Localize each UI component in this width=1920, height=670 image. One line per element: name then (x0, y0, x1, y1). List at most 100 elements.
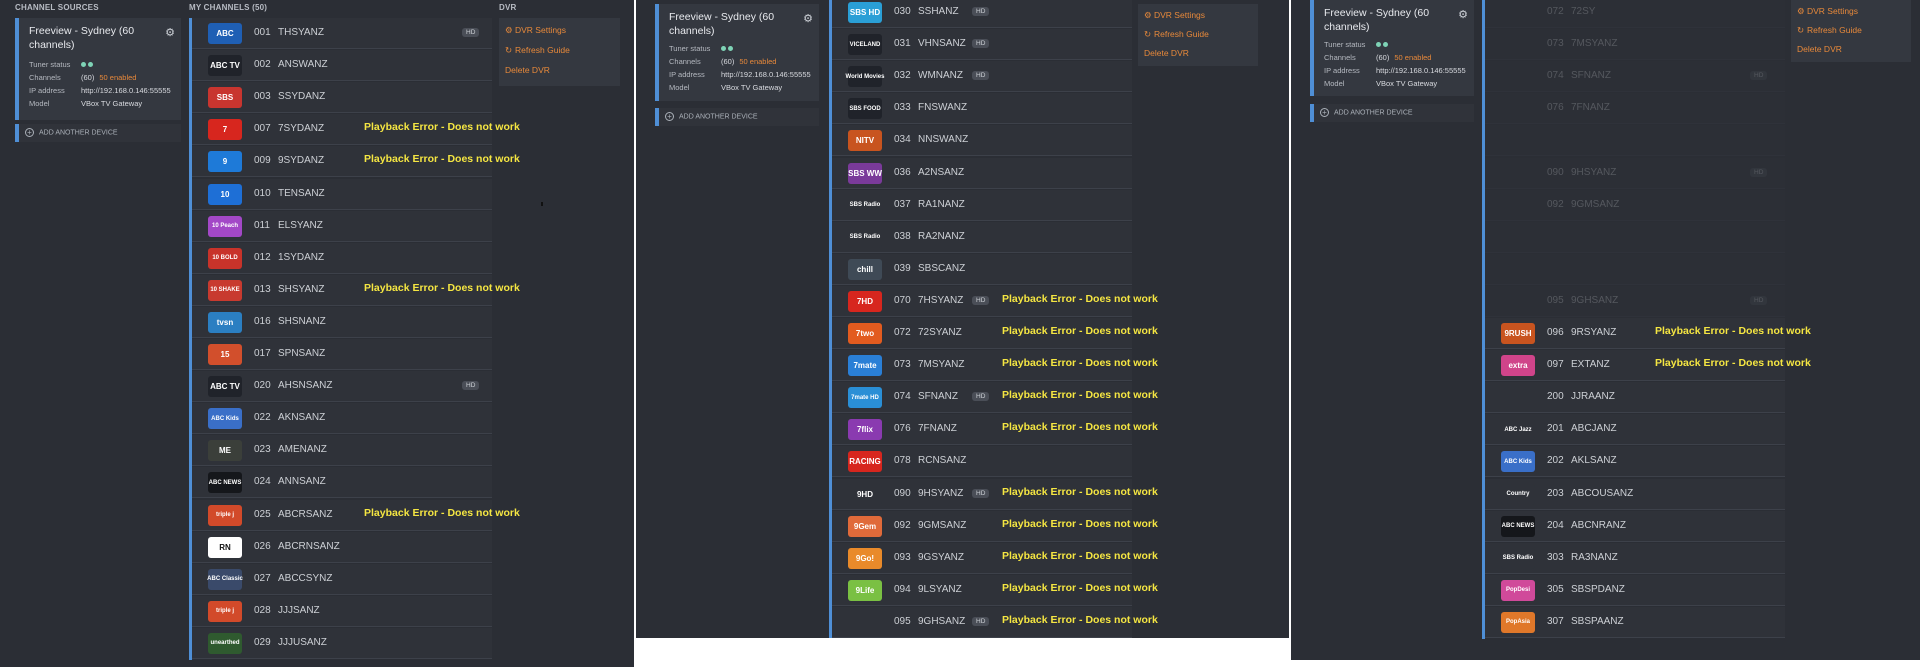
refresh-guide-link[interactable]: ↻ Refresh Guide (1797, 25, 1862, 36)
add-device-row[interactable]: + ADD ANOTHER DEVICE (1310, 104, 1474, 122)
channel-row[interactable]: ABC Jazz 201 ABCJANZ (1485, 414, 1785, 446)
channel-row[interactable]: ABC 001 THSYANZ HD (192, 18, 492, 49)
channel-logo: 9Life (848, 579, 882, 601)
gear-icon[interactable]: ⚙ (1458, 8, 1468, 21)
channel-row[interactable]: PopAsia 307 SBSPAANZ (1485, 606, 1785, 638)
channel-callsign: 72SY (1571, 6, 1596, 17)
channel-row[interactable]: VICELAND 031 VHNSANZ HD (832, 29, 1132, 61)
channel-number: 010 (254, 187, 271, 199)
channel-row[interactable]: ABC NEWS 024 ANNSANZ (192, 467, 492, 499)
channel-row[interactable]: SBS HD 030 SSHANZ HD (832, 0, 1132, 28)
gear-icon[interactable]: ⚙ (803, 12, 813, 25)
channel-callsign: ANSWANZ (278, 59, 328, 71)
channel-row[interactable]: ABC Classic 027 ABCCSYNZ (192, 563, 492, 595)
channel-row[interactable]: ABC Kids 202 AKLSANZ (1485, 446, 1785, 478)
dvr-settings-link[interactable]: ⚙ DVR Settings (505, 25, 566, 36)
channel-row[interactable]: 072 72SY (1485, 0, 1785, 28)
channel-number: 092 (894, 519, 911, 531)
channel-callsign: 7MSYANZ (918, 359, 965, 371)
channel-number: 001 (254, 27, 271, 38)
hd-badge: HD (462, 381, 480, 391)
channel-number: 002 (254, 59, 271, 71)
add-device-row[interactable]: + ADD ANOTHER DEVICE (655, 108, 819, 126)
device-card[interactable]: Freeview - Sydney (60 channels) ⚙ Tuner … (1310, 0, 1474, 96)
channel-number: 030 (894, 6, 911, 17)
delete-dvr-link[interactable]: Delete DVR (1797, 44, 1842, 54)
channel-row[interactable]: Country 203 ABCOUSANZ (1485, 478, 1785, 510)
channel-row[interactable]: SBS 003 SSYDANZ (192, 82, 492, 114)
channel-callsign: 9GHSANZ (918, 615, 966, 627)
channel-row[interactable]: NITV 034 NNSWANZ (832, 125, 1132, 157)
add-device-row[interactable]: + ADD ANOTHER DEVICE (15, 124, 181, 142)
device-card[interactable]: Freeview - Sydney (60 channels) ⚙ Tuner … (655, 4, 819, 101)
hd-badge: HD (1750, 295, 1768, 305)
channel-row[interactable]: ABC TV 002 ANSWANZ (192, 50, 492, 82)
tuner-status-row: Tuner status (1324, 40, 1388, 49)
channel-number: 016 (254, 315, 271, 327)
gear-icon: ⚙ (1144, 10, 1152, 20)
hd-badge: HD (972, 295, 990, 305)
channel-row[interactable] (1485, 253, 1785, 285)
channel-row[interactable]: SBS FOOD 033 FNSWANZ (832, 93, 1132, 125)
channel-row[interactable]: 200 JJRAANZ (1485, 382, 1785, 414)
channel-row[interactable]: 10 Peach 011 ELSYANZ (192, 210, 492, 242)
channel-row[interactable]: 074 SFNANZ HD (1485, 61, 1785, 93)
device-title: Freeview - Sydney (60 channels) (29, 25, 135, 51)
channel-row[interactable]: World Movies 032 WMNANZ HD (832, 61, 1132, 93)
channel-row[interactable]: unearthed 029 JJJUSANZ (192, 627, 492, 659)
channel-row[interactable]: 10 010 TENSANZ (192, 178, 492, 210)
channel-row[interactable]: 095 9GHSANZ HD (1485, 285, 1785, 317)
channel-callsign: 9GHSANZ (1571, 294, 1619, 306)
channel-row[interactable]: 073 7MSYANZ (1485, 29, 1785, 61)
channel-logo (1501, 163, 1535, 184)
channel-row[interactable]: ME 023 AMENANZ (192, 435, 492, 467)
dvr-settings-link[interactable]: ⚙ DVR Settings (1797, 6, 1858, 17)
channel-number: 201 (1547, 423, 1564, 435)
channel-callsign: SHSNANZ (278, 315, 326, 327)
dvr-settings-link[interactable]: ⚙ DVR Settings (1144, 10, 1205, 21)
channel-row[interactable]: triple j 028 JJJSANZ (192, 595, 492, 627)
channel-callsign: RA2NANZ (918, 230, 965, 242)
channel-callsign: 7FNANZ (918, 423, 957, 435)
channel-callsign: 1SYDANZ (278, 251, 325, 263)
refresh-guide-link[interactable]: ↻ Refresh Guide (505, 45, 570, 56)
channels-row: Channels (60) 50 enabled (1324, 53, 1432, 62)
add-device-button[interactable]: + ADD ANOTHER DEVICE (665, 112, 758, 121)
channel-row[interactable]: ABC Kids 022 AKNSANZ (192, 403, 492, 435)
channel-row[interactable]: RN 026 ABCRNSANZ (192, 531, 492, 563)
screenshot-panel-3: Freeview - Sydney (60 channels) ⚙ Tuner … (1291, 0, 1920, 660)
channel-callsign: SBSCANZ (918, 262, 966, 274)
channel-logo: RN (208, 536, 242, 558)
channel-number: 095 (894, 615, 911, 627)
tuner-status-row: Tuner status (669, 44, 733, 53)
channel-row[interactable]: 10 BOLD 012 1SYDANZ (192, 242, 492, 274)
channel-row[interactable]: 092 9GMSANZ (1485, 189, 1785, 221)
channel-row[interactable]: 15 017 SPNSANZ (192, 339, 492, 370)
channel-row[interactable] (1485, 125, 1785, 157)
channel-row[interactable]: tvsn 016 SHSNANZ (192, 306, 492, 338)
channel-row[interactable] (1485, 221, 1785, 253)
channel-row[interactable]: PopDesi 305 SBSPDANZ (1485, 574, 1785, 606)
add-device-button[interactable]: + ADD ANOTHER DEVICE (1320, 108, 1413, 117)
dvr-menu: ⚙ DVR Settings ↻ Refresh Guide Delete DVR (1138, 4, 1258, 66)
gear-icon[interactable]: ⚙ (165, 26, 175, 39)
channel-row[interactable]: 076 7FNANZ (1485, 93, 1785, 125)
channel-row[interactable]: SBS WW 036 A2NSANZ (832, 157, 1132, 189)
delete-dvr-link[interactable]: Delete DVR (1144, 48, 1189, 58)
add-device-button[interactable]: + ADD ANOTHER DEVICE (25, 128, 118, 137)
channel-row[interactable]: 090 9HSYANZ HD (1485, 157, 1785, 189)
channel-row[interactable]: ABC NEWS 204 ABCNRANZ (1485, 510, 1785, 542)
refresh-guide-link[interactable]: ↻ Refresh Guide (1144, 29, 1209, 40)
delete-dvr-link[interactable]: Delete DVR (505, 65, 550, 75)
channel-row[interactable]: ABC TV 020 AHSNSANZ HD (192, 371, 492, 403)
channel-number: 023 (254, 444, 271, 456)
channel-row[interactable]: SBS Radio 038 RA2NANZ (832, 221, 1132, 253)
channel-number: 203 (1547, 487, 1564, 499)
channel-row[interactable]: chill 039 SBSCANZ (832, 253, 1132, 285)
channel-row[interactable]: SBS Radio 037 RA1NANZ (832, 189, 1132, 221)
channel-number: 093 (894, 551, 911, 563)
channel-row[interactable]: SBS Radio 303 RA3NANZ (1485, 542, 1785, 574)
channel-row[interactable]: RACING 078 RCNSANZ (832, 446, 1132, 478)
hd-badge: HD (972, 392, 990, 402)
device-card[interactable]: Freeview - Sydney (60 channels) ⚙ Tuner … (15, 18, 181, 120)
